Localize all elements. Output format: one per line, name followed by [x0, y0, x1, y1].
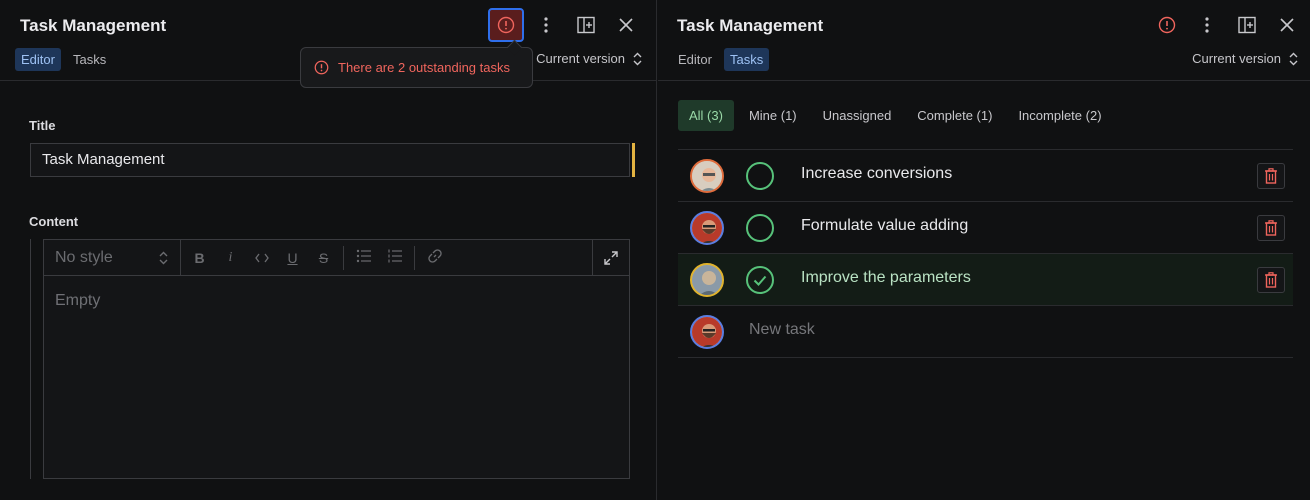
- task-checkbox[interactable]: [746, 266, 774, 294]
- kebab-menu-icon: [1205, 17, 1209, 33]
- field-guide-line: [30, 239, 31, 479]
- focus-indicator: [632, 143, 635, 177]
- toolbar-divider: [414, 245, 415, 270]
- assignee-avatar[interactable]: [690, 211, 724, 245]
- tab-editor[interactable]: Editor: [15, 48, 61, 71]
- trash-icon: [1265, 220, 1277, 236]
- validation-button[interactable]: [1149, 8, 1185, 42]
- pane-title: Task Management: [20, 16, 167, 35]
- chevron-up-down-icon: [633, 52, 642, 65]
- filter-unassigned[interactable]: Unassigned: [812, 100, 903, 131]
- more-menu-button[interactable]: [528, 8, 564, 42]
- version-selector[interactable]: Current version: [536, 51, 642, 66]
- chevron-up-down-icon: [1289, 52, 1298, 65]
- delete-task-button[interactable]: [1257, 215, 1285, 241]
- filter-mine[interactable]: Mine (1): [738, 100, 808, 131]
- bold-icon[interactable]: B: [184, 250, 215, 266]
- version-label: Current version: [536, 51, 625, 66]
- chevron-up-down-icon: [159, 251, 168, 264]
- close-pane-button[interactable]: [1269, 8, 1305, 42]
- task-checkbox[interactable]: [746, 162, 774, 190]
- task-row: Increase conversions: [678, 150, 1293, 202]
- pane-header: Task Management Editor Tasks Current ver…: [658, 0, 1310, 81]
- italic-icon[interactable]: i: [215, 250, 246, 266]
- task-title[interactable]: Improve the parameters: [801, 269, 971, 287]
- pane-tabs: Editor Tasks: [15, 48, 112, 71]
- header-actions: [1149, 8, 1305, 42]
- kebab-menu-icon: [544, 17, 548, 33]
- new-task-input[interactable]: New task: [749, 321, 815, 339]
- task-title[interactable]: Formulate value adding: [801, 217, 968, 235]
- task-title[interactable]: Increase conversions: [801, 165, 952, 183]
- filter-incomplete[interactable]: Incomplete (2): [1007, 100, 1112, 131]
- title-input[interactable]: Task Management: [30, 143, 630, 177]
- content-label: Content: [29, 214, 79, 229]
- close-pane-button[interactable]: [608, 8, 644, 42]
- content-editor: No style B i U S Empty: [43, 239, 630, 479]
- task-filters: All (3) Mine (1) Unassigned Complete (1)…: [678, 100, 1113, 131]
- assignee-avatar[interactable]: [690, 263, 724, 297]
- task-row: Formulate value adding: [678, 202, 1293, 254]
- version-selector[interactable]: Current version: [1192, 51, 1298, 66]
- bullet-list-icon[interactable]: [348, 249, 379, 266]
- close-icon: [619, 18, 633, 32]
- version-label: Current version: [1192, 51, 1281, 66]
- editor-placeholder: Empty: [55, 292, 101, 309]
- style-select[interactable]: No style: [44, 240, 181, 275]
- current-user-avatar: [690, 315, 724, 349]
- strikethrough-icon[interactable]: S: [308, 250, 339, 266]
- link-icon[interactable]: [419, 248, 450, 267]
- task-row: Improve the parameters: [678, 254, 1293, 306]
- warning-circle-icon: [497, 16, 515, 34]
- tab-tasks[interactable]: Tasks: [67, 48, 112, 71]
- tooltip-text: There are 2 outstanding tasks: [338, 60, 510, 75]
- tab-editor[interactable]: Editor: [672, 48, 718, 71]
- tasks-pane: Task Management Editor Tasks Current ver…: [658, 0, 1310, 500]
- trash-icon: [1265, 168, 1277, 184]
- more-menu-button[interactable]: [1189, 8, 1225, 42]
- title-label: Title: [29, 118, 56, 133]
- split-pane-button[interactable]: [1229, 8, 1265, 42]
- underline-icon[interactable]: U: [277, 250, 308, 266]
- close-icon: [1280, 18, 1294, 32]
- code-icon[interactable]: [246, 250, 277, 266]
- tab-tasks[interactable]: Tasks: [723, 48, 770, 71]
- editor-pane: Task Management Editor Tasks Current ver…: [0, 0, 657, 500]
- split-pane-icon: [577, 16, 595, 34]
- expand-editor-button[interactable]: [592, 240, 629, 275]
- filter-complete[interactable]: Complete (1): [906, 100, 1003, 131]
- delete-task-button[interactable]: [1257, 163, 1285, 189]
- checkmark-icon: [753, 275, 767, 286]
- validation-tooltip: There are 2 outstanding tasks: [300, 47, 533, 88]
- task-list: Increase conversions Formulate value add…: [678, 149, 1293, 358]
- filter-all[interactable]: All (3): [678, 100, 734, 131]
- style-select-value: No style: [55, 248, 113, 266]
- assignee-avatar[interactable]: [690, 159, 724, 193]
- editor-body[interactable]: Empty: [44, 276, 629, 326]
- delete-task-button[interactable]: [1257, 267, 1285, 293]
- toolbar-divider: [343, 245, 344, 270]
- new-task-row: New task: [678, 306, 1293, 358]
- pane-tabs: Editor Tasks: [672, 48, 770, 71]
- trash-icon: [1265, 272, 1277, 288]
- editor-toolbar: No style B i U S: [44, 240, 629, 276]
- header-actions: [488, 8, 644, 42]
- split-pane-icon: [1238, 16, 1256, 34]
- numbered-list-icon[interactable]: [379, 249, 410, 266]
- warning-circle-icon: [314, 60, 329, 75]
- task-checkbox[interactable]: [746, 214, 774, 242]
- validation-button[interactable]: [488, 8, 524, 42]
- expand-icon: [604, 250, 618, 265]
- app: Task Management Editor Tasks Current ver…: [0, 0, 1310, 500]
- pane-title: Task Management: [677, 16, 824, 35]
- warning-circle-icon: [1158, 16, 1176, 34]
- split-pane-button[interactable]: [568, 8, 604, 42]
